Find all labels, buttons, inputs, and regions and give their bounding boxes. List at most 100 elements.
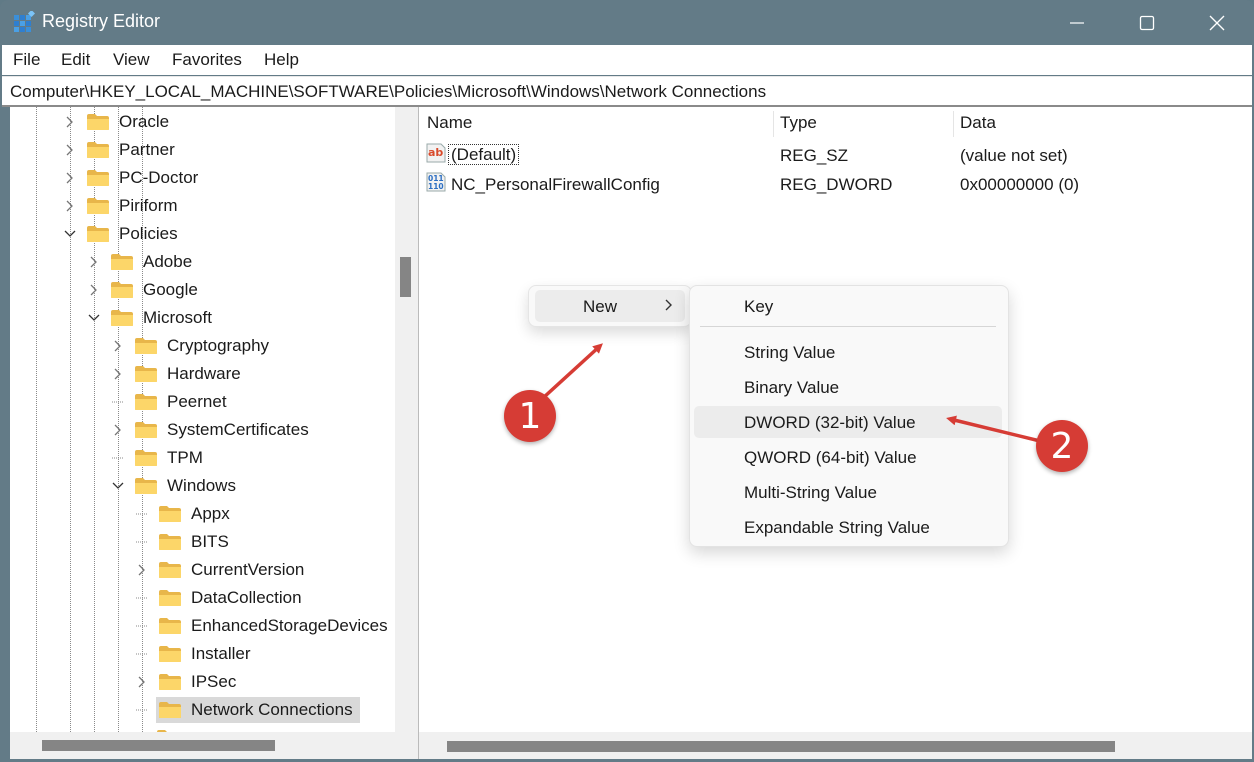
context-menu-new[interactable]: New: [535, 290, 685, 322]
tree-item-label: Microsoft: [143, 308, 212, 327]
submenu-item-qword-value[interactable]: QWORD (64-bit) Value: [694, 441, 1002, 473]
chevron-down-icon[interactable]: [86, 310, 102, 326]
chevron-right-icon[interactable]: [86, 282, 102, 298]
tree-item-content[interactable]: DataCollection: [156, 585, 309, 611]
chevron-right-icon[interactable]: [134, 562, 150, 578]
tree-item-policies[interactable]: Policies: [62, 220, 185, 248]
tree-item-microsoft[interactable]: Microsoft: [86, 304, 219, 332]
tree-item-content[interactable]: IPSec: [156, 669, 243, 695]
tree-connector: [110, 450, 126, 466]
tree-item-content[interactable]: Oracle: [84, 109, 176, 135]
tree-item-content[interactable]: Windows: [132, 473, 243, 499]
submenu-item-string-value[interactable]: String Value: [694, 336, 1002, 368]
tree-horizontal-scroll-thumb[interactable]: [42, 740, 275, 751]
menu-edit[interactable]: Edit: [61, 50, 90, 70]
tree-item-ipsec[interactable]: IPSec: [134, 668, 243, 696]
chevron-right-icon[interactable]: [62, 198, 78, 214]
tree-item-content[interactable]: SystemCertificates: [132, 417, 316, 443]
tree-item-cryptography[interactable]: Cryptography: [110, 332, 276, 360]
tree-item-content[interactable]: Cryptography: [132, 333, 276, 359]
chevron-down-icon[interactable]: [62, 226, 78, 242]
submenu-separator: [700, 326, 996, 327]
new-submenu: Key String Value Binary Value DWORD (32-…: [689, 285, 1009, 547]
chevron-right-icon[interactable]: [110, 422, 126, 438]
menu-help[interactable]: Help: [264, 50, 299, 70]
submenu-item-key[interactable]: Key: [694, 290, 1002, 322]
folder-icon: [110, 309, 134, 327]
column-separator[interactable]: [773, 111, 774, 137]
chevron-right-icon[interactable]: [86, 254, 102, 270]
tree-item-piriform[interactable]: Piriform: [62, 192, 185, 220]
tree-item-oracle[interactable]: Oracle: [62, 108, 176, 136]
tree-item-peernet[interactable]: Peernet: [110, 388, 234, 416]
chevron-right-icon[interactable]: [134, 674, 150, 690]
tree-item-currentversion[interactable]: CurrentVersion: [134, 556, 311, 584]
tree-item-content[interactable]: EnhancedStorageDevices: [156, 613, 395, 639]
chevron-right-icon[interactable]: [62, 142, 78, 158]
folder-icon: [134, 421, 158, 439]
tree-item-hardware[interactable]: Hardware: [110, 360, 248, 388]
chevron-right-icon[interactable]: [62, 114, 78, 130]
menu-file[interactable]: File: [13, 50, 40, 70]
address-bar[interactable]: Computer\HKEY_LOCAL_MACHINE\SOFTWARE\Pol…: [2, 76, 1252, 107]
tree-item-content[interactable]: Hardware: [132, 361, 248, 387]
tree-item-content[interactable]: BITS: [156, 529, 236, 555]
submenu-item-binary-value[interactable]: Binary Value: [694, 371, 1002, 403]
tree-item-content[interactable]: Policies: [84, 221, 185, 247]
tree-item-content[interactable]: Google: [108, 277, 205, 303]
tree-horizontal-scrollbar[interactable]: [10, 732, 412, 759]
tree-item-content[interactable]: TPM: [132, 445, 210, 471]
tree-item-enhancedstoragedevices[interactable]: EnhancedStorageDevices: [134, 612, 395, 640]
close-button[interactable]: [1182, 0, 1252, 45]
tree-item-label: Hardware: [167, 364, 241, 383]
menu-view[interactable]: View: [113, 50, 150, 70]
column-separator[interactable]: [953, 111, 954, 137]
tree-item-content[interactable]: Partner: [84, 137, 182, 163]
tree-item-content[interactable]: Appx: [156, 501, 237, 527]
tree-item-bits[interactable]: BITS: [134, 528, 236, 556]
chevron-right-icon[interactable]: [110, 366, 126, 382]
tree-item-label: CurrentVersion: [191, 560, 305, 579]
submenu-item-expandable-string-value[interactable]: Expandable String Value: [694, 511, 1002, 543]
tree-item-appx[interactable]: Appx: [134, 500, 237, 528]
menu-favorites[interactable]: Favorites: [172, 50, 242, 70]
tree-item-label: Appx: [191, 504, 230, 523]
tree-item-content[interactable]: Peernet: [132, 389, 234, 415]
tree-item-google[interactable]: Google: [86, 276, 205, 304]
tree-item-systemcertificates[interactable]: SystemCertificates: [110, 416, 316, 444]
folder-icon: [86, 113, 110, 131]
submenu-item-dword-value[interactable]: DWORD (32-bit) Value: [694, 406, 1002, 438]
tree-vertical-scroll-thumb[interactable]: [400, 257, 411, 297]
tree-item-partner[interactable]: Partner: [62, 136, 182, 164]
chevron-right-icon[interactable]: [62, 170, 78, 186]
column-header-type[interactable]: Type: [780, 113, 817, 133]
tree-connector: [134, 506, 150, 522]
tree-item-content[interactable]: Installer: [156, 641, 258, 667]
tree-item-datacollection[interactable]: DataCollection: [134, 584, 309, 612]
tree-item-content[interactable]: Piriform: [84, 193, 185, 219]
minimize-button[interactable]: [1042, 0, 1112, 45]
tree-item-content[interactable]: Network Connections: [156, 697, 360, 723]
tree-item-tpm[interactable]: TPM: [110, 444, 210, 472]
column-header-data[interactable]: Data: [960, 113, 996, 133]
chevron-right-icon[interactable]: [110, 338, 126, 354]
tree-item-windows[interactable]: Windows: [110, 472, 243, 500]
tree-item-adobe[interactable]: Adobe: [86, 248, 199, 276]
folder-icon: [158, 505, 182, 523]
tree-vertical-scrollbar[interactable]: [395, 107, 412, 732]
tree-item-installer[interactable]: Installer: [134, 640, 258, 668]
submenu-item-multi-string-value[interactable]: Multi-String Value: [694, 476, 1002, 508]
column-header-name[interactable]: Name: [427, 113, 472, 133]
maximize-button[interactable]: [1112, 0, 1182, 45]
tree-item-content[interactable]: Microsoft: [108, 305, 219, 331]
chevron-down-icon[interactable]: [110, 478, 126, 494]
tree-item-content[interactable]: PC-Doctor: [84, 165, 205, 191]
list-horizontal-scrollbar[interactable]: [419, 732, 1252, 759]
tree-item-content[interactable]: CurrentVersion: [156, 557, 311, 583]
tree-item-network-connections[interactable]: Network Connections: [134, 696, 360, 724]
tree-item-pc-doctor[interactable]: PC-Doctor: [62, 164, 205, 192]
submenu-item-label: QWORD (64-bit) Value: [744, 448, 917, 467]
list-horizontal-scroll-thumb[interactable]: [447, 741, 1115, 752]
address-path[interactable]: Computer\HKEY_LOCAL_MACHINE\SOFTWARE\Pol…: [10, 82, 766, 102]
tree-item-content[interactable]: Adobe: [108, 249, 199, 275]
